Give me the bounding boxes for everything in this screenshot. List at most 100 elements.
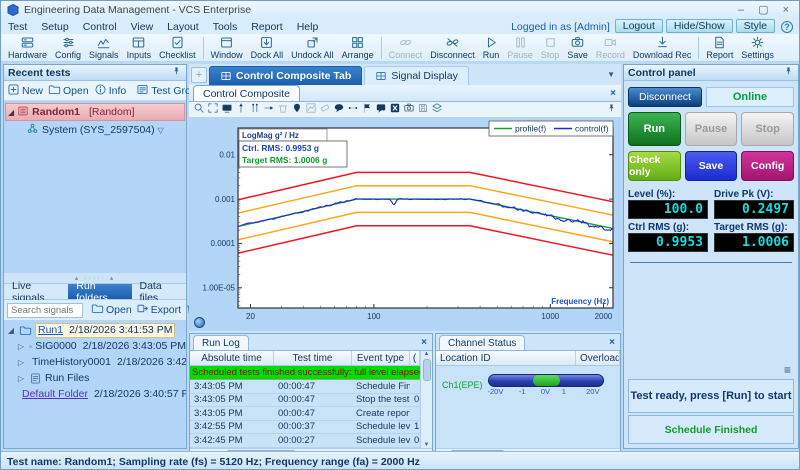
run-log-vscrollbar[interactable]: ▲▼ bbox=[420, 351, 432, 448]
disconnect-button[interactable]: Disconnect bbox=[628, 87, 702, 107]
note-icon[interactable] bbox=[375, 102, 387, 117]
flag-icon[interactable] bbox=[361, 102, 373, 117]
tab-run-log[interactable]: Run Log bbox=[193, 335, 249, 350]
run-log-row[interactable]: 3:42:55 PM00:00:37Schedule level1 bbox=[190, 421, 432, 435]
expander-icon[interactable]: ▷ bbox=[16, 342, 26, 351]
fit-icon[interactable] bbox=[207, 102, 219, 117]
expander-icon[interactable] bbox=[6, 390, 16, 399]
tab-data-files[interactable]: Data files bbox=[132, 284, 187, 299]
zoom-icon[interactable] bbox=[193, 102, 205, 117]
settings-toolbar-button[interactable]: Settings bbox=[737, 35, 778, 60]
segment-icon[interactable] bbox=[347, 102, 359, 117]
menu-item-layout[interactable]: Layout bbox=[160, 21, 206, 33]
tab-live-signals[interactable]: Live signals bbox=[4, 284, 68, 299]
menu-button-style[interactable]: Style bbox=[736, 19, 775, 33]
close-icon[interactable]: × bbox=[610, 88, 616, 99]
menu-item-report[interactable]: Report bbox=[244, 21, 290, 33]
save-image-icon[interactable] bbox=[417, 102, 429, 117]
run-log-row[interactable]: 3:43:05 PM00:00:47Create report bbox=[190, 407, 432, 421]
minimize-button[interactable]: – bbox=[738, 2, 744, 18]
window-toolbar-button[interactable]: Window bbox=[207, 35, 247, 60]
scroll-thumb[interactable] bbox=[423, 359, 431, 381]
export-excel-icon[interactable] bbox=[389, 102, 401, 117]
tab-signal-display[interactable]: Signal Display bbox=[364, 66, 469, 85]
save-toolbar-button[interactable]: Save bbox=[563, 35, 592, 60]
cursor-icon[interactable] bbox=[235, 102, 247, 117]
disconnect-toolbar-button[interactable]: Disconnect bbox=[426, 35, 479, 60]
menu-item-tools[interactable]: Tools bbox=[206, 21, 245, 33]
close-icon[interactable]: × bbox=[609, 337, 615, 348]
tree-item-run-files[interactable]: ▷Run Files bbox=[6, 370, 186, 386]
folder-link[interactable]: Default Folder bbox=[22, 388, 88, 400]
inputs-toolbar-button[interactable]: Inputs bbox=[123, 35, 156, 60]
column-header[interactable]: ( bbox=[410, 351, 420, 365]
list-icon[interactable]: ≡ bbox=[784, 363, 791, 377]
tab-scroll-button[interactable]: + bbox=[191, 67, 207, 83]
menu-item-help[interactable]: Help bbox=[290, 21, 326, 33]
run-log-row[interactable]: 3:43:05 PM00:00:47Stop the test0 bbox=[190, 394, 432, 408]
arrange-toolbar-button[interactable]: Arrange bbox=[338, 35, 378, 60]
move-cursor-icon[interactable] bbox=[263, 102, 275, 117]
menu-button-hide-show[interactable]: Hide/Show bbox=[666, 19, 733, 33]
menu-item-setup[interactable]: Setup bbox=[34, 21, 75, 33]
tree-item-default-folder[interactable]: Default Folder2/18/2026 3:40:57 PM bbox=[6, 386, 186, 402]
tab-channel-status[interactable]: Channel Status bbox=[439, 335, 525, 350]
tab-control-composite[interactable]: Control Composite bbox=[193, 85, 300, 101]
pin-icon[interactable] bbox=[783, 66, 794, 80]
tree-item-run1[interactable]: ◢Run12/18/2026 3:41:53 PM bbox=[6, 322, 186, 338]
chevron-down-icon[interactable]: ▼ bbox=[607, 70, 615, 79]
save-button[interactable]: Save bbox=[685, 151, 738, 181]
pin-icon[interactable] bbox=[606, 103, 617, 117]
column-header[interactable]: Event type bbox=[352, 351, 410, 365]
scroll-up-icon[interactable]: ▲ bbox=[424, 351, 430, 357]
hardware-toolbar-button[interactable]: Hardware bbox=[4, 35, 51, 60]
expander-icon[interactable]: ◢ bbox=[6, 326, 16, 335]
checklist-toolbar-button[interactable]: Checklist bbox=[155, 35, 200, 60]
new-test-button[interactable]: New bbox=[7, 83, 43, 99]
pin-icon[interactable] bbox=[171, 66, 182, 80]
column-header[interactable]: Location ID bbox=[436, 351, 576, 365]
maximize-button[interactable]: ▢ bbox=[758, 2, 768, 18]
chart-corner-icon[interactable] bbox=[194, 317, 205, 328]
system-item[interactable]: System (SYS_2597504) ▽ bbox=[4, 121, 186, 139]
check-only-button[interactable]: Check only bbox=[628, 151, 681, 181]
report-toolbar-button[interactable]: Report bbox=[702, 35, 737, 60]
run-button[interactable]: Run bbox=[628, 112, 681, 146]
column-header[interactable]: Overload bbox=[576, 351, 620, 365]
marker-icon[interactable] bbox=[291, 102, 303, 117]
menu-item-view[interactable]: View bbox=[124, 21, 161, 33]
tree-item-sig0000[interactable]: ▷SIG00002/18/2026 3:43:05 PM bbox=[6, 338, 186, 354]
run-log-row[interactable]: 3:43:05 PM00:00:47Schedule Finish... bbox=[190, 380, 432, 394]
stats-icon[interactable] bbox=[305, 102, 317, 117]
menu-item-control[interactable]: Control bbox=[76, 21, 124, 33]
run-toolbar-button[interactable]: Run bbox=[479, 35, 504, 60]
dock-all-toolbar-button[interactable]: Dock All bbox=[247, 35, 288, 60]
signals-toolbar-button[interactable]: Signals bbox=[85, 35, 123, 60]
menu-item-test[interactable]: Test bbox=[1, 21, 34, 33]
display-icon[interactable] bbox=[221, 102, 233, 117]
help-icon[interactable]: ? bbox=[781, 21, 793, 33]
tab-control-composite-tab[interactable]: Control Composite Tab bbox=[209, 66, 362, 85]
delete-cursor-icon[interactable] bbox=[277, 102, 289, 117]
run-log-row[interactable]: 3:42:45 PM00:00:27Schedule level0 bbox=[190, 434, 432, 448]
control-composite-chart[interactable]: 0.010.0010.00011.00E-052010010002000LogM… bbox=[189, 118, 621, 331]
eraser-icon[interactable] bbox=[319, 102, 331, 117]
column-header[interactable]: Absolute time bbox=[190, 351, 274, 365]
scroll-down-icon[interactable]: ▼ bbox=[424, 442, 430, 448]
config-toolbar-button[interactable]: Config bbox=[51, 35, 85, 60]
export-button[interactable]: Export bbox=[136, 302, 181, 318]
close-icon[interactable]: × bbox=[421, 337, 427, 348]
harmonic-cursor-icon[interactable] bbox=[249, 102, 261, 117]
info-button[interactable]: Info bbox=[94, 83, 127, 99]
chevron-down-icon[interactable]: ▽ bbox=[158, 126, 164, 135]
close-button[interactable]: × bbox=[783, 2, 789, 18]
undock-all-toolbar-button[interactable]: Undock All bbox=[287, 35, 338, 60]
snapshot-icon[interactable] bbox=[403, 102, 415, 117]
download-rec-toolbar-button[interactable]: Download Rec bbox=[629, 35, 696, 60]
folder-link[interactable]: Run1 bbox=[38, 324, 63, 336]
open-folder-button[interactable]: Open bbox=[91, 302, 132, 318]
tree-item-timehistory0001[interactable]: ▷TimeHistory00012/18/2026 3:42:15 PM bbox=[6, 354, 186, 370]
menu-button-logout[interactable]: Logout bbox=[615, 19, 663, 33]
open-test-button[interactable]: Open bbox=[48, 83, 89, 99]
channel-row[interactable]: Ch1(EPE)-20V-10V120VNo bbox=[436, 366, 620, 396]
